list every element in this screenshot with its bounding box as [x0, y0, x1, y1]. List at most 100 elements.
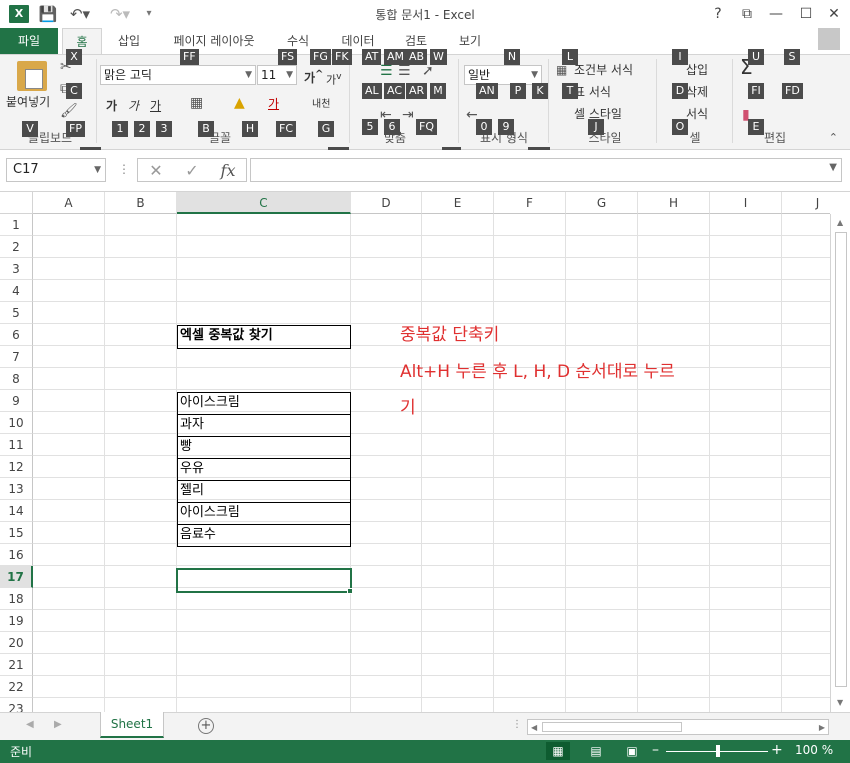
cell-c13[interactable]: 젤리: [177, 480, 351, 503]
cell-c10[interactable]: 과자: [177, 414, 351, 437]
tab-file[interactable]: 파일: [0, 28, 58, 54]
scroll-left-icon[interactable]: ◀: [531, 723, 537, 732]
worksheet-grid[interactable]: ABCDEFGHIJ 1 2 3 4 5 6 7 8 9 10 11 12 13 14 15 16 17 18 19…: [0, 192, 830, 712]
fill-color-icon[interactable]: ▲: [234, 95, 245, 111]
column-header-g[interactable]: G: [566, 192, 638, 214]
row-header-11[interactable]: 11: [0, 434, 33, 456]
undo-icon[interactable]: ↶▾: [66, 4, 94, 24]
user-avatar[interactable]: [818, 28, 840, 50]
row-header-22[interactable]: 22: [0, 676, 33, 698]
format-cells-button[interactable]: 서식: [686, 105, 708, 122]
minimize-button[interactable]: —: [764, 3, 788, 25]
collapse-ribbon-icon[interactable]: ⌃: [829, 131, 838, 144]
zoom-level[interactable]: 100 %: [795, 743, 833, 757]
row-header-3[interactable]: 3: [0, 258, 33, 280]
font-name-combo[interactable]: 맑은 고딕 ▼: [100, 65, 256, 85]
column-header-c[interactable]: C: [177, 192, 351, 214]
row-header-15[interactable]: 15: [0, 522, 33, 544]
ribbon-display-button[interactable]: ⧉: [735, 3, 759, 25]
font-size-combo[interactable]: 11 ▼: [257, 65, 297, 85]
row-header-17[interactable]: 17: [0, 566, 33, 588]
row-header-8[interactable]: 8: [0, 368, 33, 390]
align-middle-icon[interactable]: ☰: [380, 63, 393, 79]
column-header-i[interactable]: I: [710, 192, 782, 214]
cell-c14[interactable]: 아이스크림: [177, 502, 351, 525]
horizontal-scrollbar[interactable]: ◀ ▶: [527, 719, 829, 735]
insert-cells-button[interactable]: 삽입: [686, 61, 708, 78]
tab-view[interactable]: 보기: [452, 28, 488, 54]
row-header-21[interactable]: 21: [0, 654, 33, 676]
row-header-19[interactable]: 19: [0, 610, 33, 632]
sheet-tab-sheet1[interactable]: Sheet1: [100, 712, 164, 738]
row-header-6[interactable]: 6: [0, 324, 33, 346]
add-sheet-button[interactable]: +: [198, 718, 214, 734]
column-header-d[interactable]: D: [351, 192, 422, 214]
fill-handle[interactable]: [347, 588, 353, 594]
next-sheet-icon[interactable]: ▶: [54, 719, 62, 730]
row-header-2[interactable]: 2: [0, 236, 33, 258]
zoom-in-icon[interactable]: +: [771, 742, 783, 758]
orientation-icon[interactable]: ➚: [422, 63, 434, 79]
tab-insert[interactable]: 삽입: [110, 28, 148, 54]
cancel-formula-button[interactable]: ✕: [142, 161, 170, 181]
font-color-button[interactable]: 가: [268, 95, 279, 112]
row-header-23[interactable]: 23: [0, 698, 33, 712]
vertical-scroll-thumb[interactable]: [835, 232, 847, 687]
normal-view-icon[interactable]: ▦: [546, 742, 570, 760]
shrink-font-button[interactable]: 가v: [326, 71, 342, 88]
restore-button[interactable]: ☐: [794, 3, 818, 25]
increase-indent-icon[interactable]: ⇥: [402, 107, 414, 123]
align-bottom-icon[interactable]: ☰: [398, 63, 411, 79]
bold-button[interactable]: 가: [106, 97, 117, 114]
paste-icon[interactable]: [17, 61, 47, 91]
redo-icon[interactable]: ↷▾: [106, 4, 134, 24]
cell-c12[interactable]: 우유: [177, 458, 351, 481]
zoom-out-icon[interactable]: –: [652, 742, 659, 758]
italic-button[interactable]: 가: [128, 97, 139, 114]
close-button[interactable]: ✕: [822, 3, 846, 25]
page-layout-view-icon[interactable]: ▤: [584, 742, 608, 760]
grow-font-button[interactable]: 가^: [304, 69, 323, 86]
paste-button-label[interactable]: 붙여넣기: [6, 93, 50, 110]
row-header-13[interactable]: 13: [0, 478, 33, 500]
formula-bar-grip-icon[interactable]: ⋮: [118, 162, 130, 176]
row-header-14[interactable]: 14: [0, 500, 33, 522]
row-header-16[interactable]: 16: [0, 544, 33, 566]
tab-page-layout[interactable]: 페이지 레이아웃: [163, 28, 265, 54]
row-header-5[interactable]: 5: [0, 302, 33, 324]
page-break-preview-icon[interactable]: ▣: [620, 742, 644, 760]
format-painter-icon[interactable]: 🖌: [60, 103, 78, 119]
delete-cells-button[interactable]: 삭제: [686, 83, 708, 100]
help-button[interactable]: ?: [706, 3, 730, 25]
row-header-9[interactable]: 9: [0, 390, 33, 412]
save-icon[interactable]: 💾: [38, 4, 58, 24]
number-format-combo[interactable]: 일반 ▼: [464, 65, 542, 85]
conditional-format-icon[interactable]: ▦: [556, 63, 567, 77]
cell-c11[interactable]: 빵: [177, 436, 351, 459]
column-header-b[interactable]: B: [105, 192, 177, 214]
format-as-table-button[interactable]: 표 서식: [574, 83, 611, 100]
insert-function-button[interactable]: fx: [214, 161, 242, 181]
row-header-7[interactable]: 7: [0, 346, 33, 368]
row-header-18[interactable]: 18: [0, 588, 33, 610]
formula-input[interactable]: ▼: [250, 158, 842, 182]
cell-c15[interactable]: 음료수: [177, 524, 351, 547]
row-header-1[interactable]: 1: [0, 214, 33, 236]
row-header-12[interactable]: 12: [0, 456, 33, 478]
phonetic-button[interactable]: 내천: [312, 95, 330, 110]
column-header-e[interactable]: E: [422, 192, 494, 214]
borders-icon[interactable]: ▦: [190, 95, 203, 111]
expand-formula-bar-icon[interactable]: ▼: [829, 162, 837, 173]
scroll-right-icon[interactable]: ▶: [819, 723, 825, 732]
column-header-j[interactable]: J: [782, 192, 830, 214]
underline-button[interactable]: 가: [150, 97, 161, 114]
prev-sheet-icon[interactable]: ◀: [26, 719, 34, 730]
row-header-10[interactable]: 10: [0, 412, 33, 434]
cell-c9[interactable]: 아이스크림: [177, 392, 351, 415]
column-header-h[interactable]: H: [638, 192, 710, 214]
active-cell-c17[interactable]: [176, 568, 352, 593]
name-box[interactable]: C17 ▼: [6, 158, 106, 182]
column-header-a[interactable]: A: [33, 192, 105, 214]
select-all-button[interactable]: [0, 192, 33, 214]
vertical-scrollbar[interactable]: ▲ ▼: [830, 214, 850, 712]
